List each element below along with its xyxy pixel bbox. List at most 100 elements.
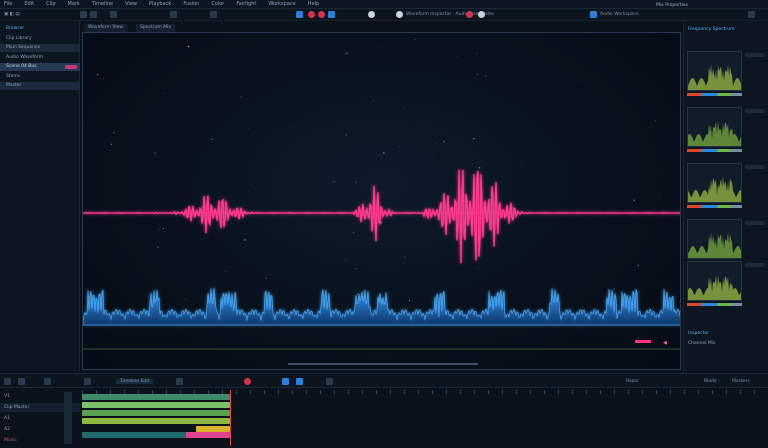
menu-item[interactable]: View: [125, 1, 137, 7]
browser-item[interactable]: Main Sequence: [0, 44, 80, 52]
browser-item[interactable]: Audio Waveform: [0, 54, 80, 62]
ruler-tick: [320, 390, 321, 394]
star: [378, 46, 380, 48]
blue-spectrum: [83, 287, 680, 326]
browser-item[interactable]: Clip Library: [0, 35, 80, 43]
star: [352, 232, 354, 233]
timeline-clip[interactable]: [82, 418, 230, 424]
playhead[interactable]: [230, 390, 231, 446]
blade-tool-icon[interactable]: [328, 11, 335, 18]
undo-icon[interactable]: [80, 11, 87, 18]
menu-item[interactable]: Mark: [68, 1, 80, 7]
tl-tool-blade[interactable]: Blade: [704, 379, 717, 384]
thumbnail-color-bar: [687, 205, 742, 208]
menu-item[interactable]: Color: [211, 1, 224, 7]
trim-tool-icon[interactable]: [296, 378, 303, 385]
thumbnail-control[interactable]: [745, 109, 765, 113]
select-tool-icon[interactable]: [296, 11, 303, 18]
star: [476, 53, 478, 55]
star: [184, 298, 186, 300]
ruler-tick: [446, 390, 447, 394]
cut-icon[interactable]: [110, 11, 117, 18]
waveform-viewer[interactable]: ◀: [82, 32, 681, 370]
menu-item[interactable]: Edit: [24, 1, 34, 7]
snap-icon[interactable]: [478, 11, 485, 18]
redo-icon[interactable]: [90, 11, 97, 18]
thumbnail-control[interactable]: [745, 221, 765, 225]
ruler-tick: [404, 390, 405, 394]
thumbnail-control[interactable]: [745, 53, 765, 57]
spectrum-thumbnail[interactable]: [687, 51, 742, 91]
menu-item[interactable]: Timeline: [92, 1, 113, 7]
ruler-tick: [628, 390, 629, 394]
record-icon[interactable]: [308, 11, 315, 18]
menu-item[interactable]: Help: [308, 1, 319, 7]
timeline-clip[interactable]: [82, 402, 230, 408]
ruler-tick: [656, 390, 657, 394]
record-icon[interactable]: [244, 378, 251, 385]
play-icon[interactable]: [4, 378, 11, 385]
menu-item[interactable]: Playback: [149, 1, 171, 7]
snap-icon[interactable]: [176, 378, 183, 385]
star: [348, 169, 349, 170]
timeline-clip[interactable]: [186, 432, 230, 438]
star: [162, 227, 164, 230]
spectrum-thumbnail[interactable]: [687, 107, 742, 147]
star: [158, 228, 160, 231]
workspace-icon[interactable]: [590, 11, 597, 18]
timeline-clip[interactable]: [82, 410, 230, 416]
star: [183, 42, 185, 44]
marker-icon[interactable]: [466, 11, 473, 18]
star: [404, 107, 406, 109]
spectrum-thumbnail[interactable]: [687, 261, 742, 301]
main-toolbar: ▣ ◧ ▤ Waveform Inspector · Audio Composi…: [0, 3, 768, 21]
thumbnail-control[interactable]: [745, 263, 765, 267]
stop-icon[interactable]: [318, 11, 325, 18]
menu-item[interactable]: Workspace: [268, 1, 295, 7]
star: [478, 166, 481, 169]
link-icon[interactable]: [84, 378, 91, 385]
scissors-icon[interactable]: [44, 378, 51, 385]
timeline[interactable]: V1 Clip Master A1 A2 Music: [0, 388, 768, 448]
ruler-tick: [726, 390, 727, 394]
menu-item[interactable]: Fairlight: [236, 1, 256, 7]
star: [433, 151, 435, 153]
tab-spectrum[interactable]: Spectrum Mix: [136, 24, 176, 32]
star: [408, 299, 411, 301]
menu-item[interactable]: Clip: [46, 1, 55, 7]
menu-item[interactable]: Fusion: [183, 1, 199, 7]
tl-tool-markers[interactable]: Markers: [732, 379, 750, 384]
tl-tool-razor[interactable]: Razor: [626, 379, 639, 384]
browser-item[interactable]: Stems: [0, 73, 80, 81]
timeline-label: Timeline Edit: [116, 379, 154, 384]
star: [443, 140, 445, 143]
browser-item-label: Clip Library: [6, 36, 32, 41]
star: [244, 239, 246, 241]
select-tool-icon[interactable]: [282, 378, 289, 385]
grid-icon[interactable]: [170, 11, 177, 18]
viewer-tabs: Waveform View Spectrum Mix: [82, 24, 682, 32]
ruler-tick: [614, 390, 615, 394]
timeline-clip[interactable]: [82, 394, 230, 400]
menu-item[interactable]: File: [4, 1, 12, 7]
browser-item-selected[interactable]: Scene 04 Bus: [0, 63, 80, 71]
star: [355, 181, 358, 184]
browser-item[interactable]: Master: [0, 82, 80, 90]
ruler-tick: [334, 390, 335, 394]
viewer-marker-icon: ◀: [663, 340, 667, 346]
ruler-tick: [642, 390, 643, 394]
play-icon[interactable]: [368, 11, 375, 18]
loop-icon[interactable]: [396, 11, 403, 18]
spectrum-thumbnail[interactable]: [687, 163, 742, 203]
settings-icon[interactable]: [210, 11, 217, 18]
track-scrollbar[interactable]: [64, 392, 72, 444]
stop-icon[interactable]: [18, 378, 25, 385]
close-icon[interactable]: [748, 11, 755, 18]
tab-waveform[interactable]: Waveform View: [84, 24, 127, 32]
thumbnail-control[interactable]: [745, 165, 765, 169]
star: [512, 205, 513, 206]
spectrum-thumbnail[interactable]: [687, 219, 742, 259]
ruler-tick: [586, 390, 587, 394]
marker-icon[interactable]: [326, 378, 333, 385]
star: [410, 121, 412, 123]
